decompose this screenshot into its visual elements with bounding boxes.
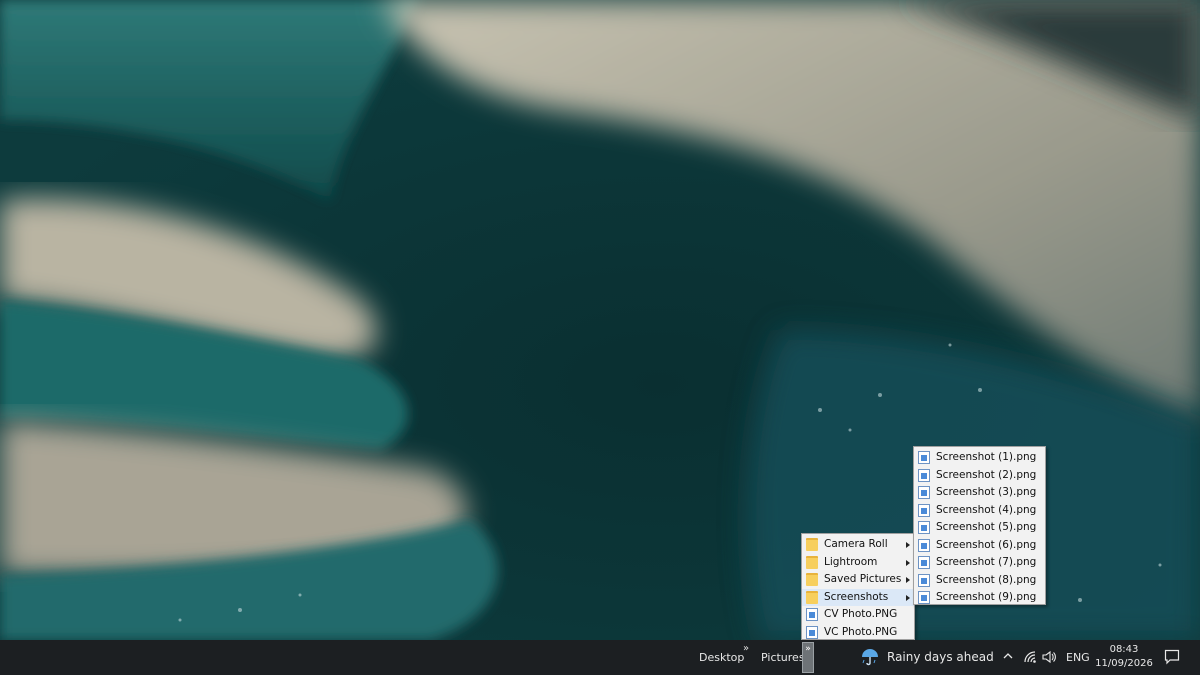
menu-item-screenshot-9[interactable]: Screenshot (9).png: [914, 589, 1045, 607]
image-file-icon: [918, 486, 930, 499]
submenu-arrow-icon: [906, 559, 910, 566]
show-hidden-icons-chevron-up-icon[interactable]: [1002, 650, 1014, 662]
image-file-icon: [918, 451, 930, 464]
folder-icon: [806, 573, 818, 586]
image-file-icon: [918, 521, 930, 534]
menu-item-label: Screenshot (7).png: [936, 556, 1037, 568]
menu-item-label: Screenshot (9).png: [936, 591, 1037, 603]
menu-item-label: Screenshot (8).png: [936, 573, 1037, 586]
submenu-arrow-icon: [906, 542, 910, 548]
menu-item-screenshot-7[interactable]: Screenshot (7).png: [914, 554, 1045, 572]
menu-item-label: Screenshot (2).png: [936, 468, 1037, 481]
menu-item-label: Screenshot (4).png: [936, 503, 1037, 516]
menu-item-label: Screenshot (6).png: [936, 538, 1037, 551]
folder-icon: [806, 555, 818, 569]
menu-item-label: VC Photo.PNG: [824, 625, 898, 638]
desktop-chevron-icon[interactable]: »: [743, 643, 749, 654]
menu-item-screenshot-4[interactable]: Screenshot (4).png: [914, 502, 1045, 520]
folder-icon: [806, 538, 818, 551]
image-file-icon: [918, 538, 930, 552]
volume-icon[interactable]: [1042, 650, 1056, 664]
menu-item-camera-roll[interactable]: Camera Roll: [802, 536, 914, 554]
menu-item-saved-pictures[interactable]: Saved Pictures: [802, 571, 914, 589]
menu-item-label: Screenshot (3).png: [936, 486, 1037, 498]
menu-item-cv-photo[interactable]: CV Photo.PNG: [802, 606, 914, 624]
menu-item-screenshot-5[interactable]: Screenshot (5).png: [914, 519, 1045, 537]
wifi-icon[interactable]: [1023, 650, 1037, 664]
toolbar-pictures[interactable]: Pictures: [761, 651, 805, 664]
umbrella-rain-icon[interactable]: [860, 647, 880, 667]
menu-item-lightroom[interactable]: Lightroom: [802, 554, 914, 572]
image-file-icon: [918, 503, 930, 517]
menu-item-screenshot-6[interactable]: Screenshot (6).png: [914, 537, 1045, 555]
clock[interactable]: 08:43 11/09/2026: [1094, 643, 1154, 671]
menu-item-label: CV Photo.PNG: [824, 608, 898, 620]
menu-item-screenshot-1[interactable]: Screenshot (1).png: [914, 449, 1045, 467]
language-indicator[interactable]: ENG: [1066, 651, 1090, 664]
screenshots-submenu: Screenshot (1).png Screenshot (2).png Sc…: [913, 446, 1046, 605]
menu-item-label: Saved Pictures: [824, 573, 902, 585]
image-file-icon: [918, 591, 930, 604]
submenu-arrow-icon: [906, 594, 910, 601]
submenu-arrow-icon: [906, 577, 910, 583]
image-file-icon: [806, 608, 818, 621]
toolbar-desktop[interactable]: Desktop: [699, 651, 744, 664]
menu-item-label: Screenshot (5).png: [936, 521, 1037, 533]
menu-item-screenshot-3[interactable]: Screenshot (3).png: [914, 484, 1045, 502]
menu-item-label: Screenshots: [824, 590, 889, 603]
weather-text[interactable]: Rainy days ahead: [887, 650, 994, 664]
image-file-icon: [806, 625, 818, 639]
clock-date: 11/09/2026: [1095, 658, 1153, 669]
menu-item-label: Screenshot (1).png: [936, 451, 1037, 463]
folder-icon: [806, 590, 818, 604]
image-file-icon: [918, 556, 930, 569]
action-center-notification-icon[interactable]: [1164, 649, 1180, 665]
menu-item-screenshot-8[interactable]: Screenshot (8).png: [914, 572, 1045, 590]
menu-item-vc-photo[interactable]: VC Photo.PNG: [802, 624, 914, 642]
clock-time: 08:43: [1109, 644, 1139, 655]
image-file-icon: [918, 573, 930, 587]
menu-item-label: Camera Roll: [824, 538, 888, 550]
taskbar: Desktop » Pictures » Rainy days ahead EN…: [0, 640, 1200, 675]
pictures-chevron-button[interactable]: »: [802, 642, 814, 673]
menu-item-screenshot-2[interactable]: Screenshot (2).png: [914, 467, 1045, 485]
image-file-icon: [918, 468, 930, 482]
pictures-menu: Camera Roll Lightroom Saved Pictures Scr…: [801, 533, 915, 640]
menu-item-label: Lightroom: [824, 555, 878, 568]
menu-item-screenshots[interactable]: Screenshots: [802, 588, 914, 606]
